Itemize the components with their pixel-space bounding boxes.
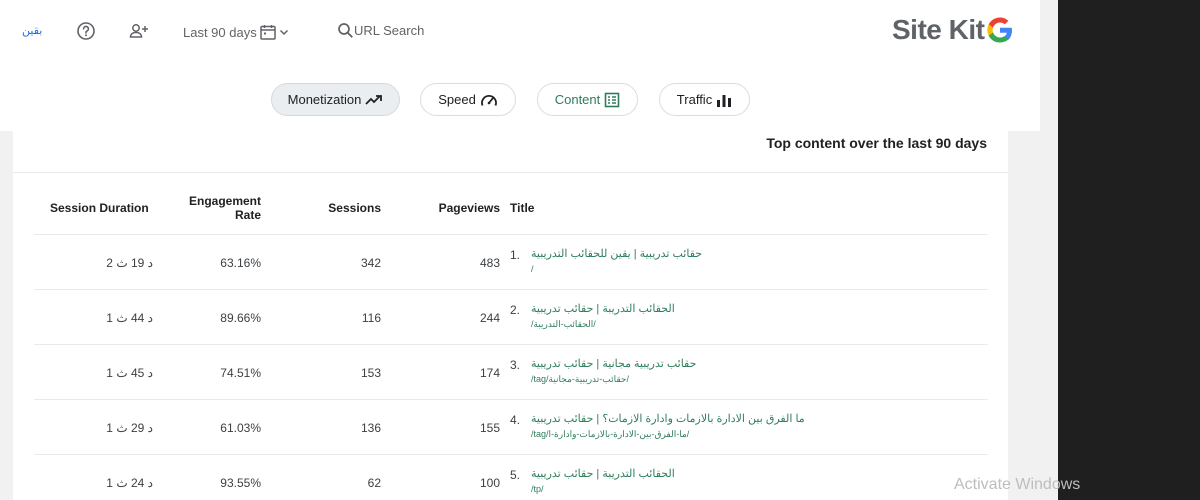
row-rank: 3. bbox=[510, 358, 521, 372]
cell-sessions: 62 bbox=[367, 476, 381, 490]
row-divider bbox=[34, 234, 988, 235]
card-title: Top content over the last 90 days bbox=[766, 135, 987, 151]
row-rank: 5. bbox=[510, 468, 521, 482]
page-title-link[interactable]: حقائب تدريبية | يقين للحقائب التدريبية bbox=[531, 247, 702, 260]
page-title-link[interactable]: الحقائب التدريبة | حقائب تدريبية bbox=[531, 467, 675, 480]
row-rank: 4. bbox=[510, 413, 521, 427]
chip-label: Monetization bbox=[287, 92, 362, 107]
cell-session-duration: 1 د 45 ث bbox=[106, 366, 153, 380]
col-header-engagement-rate: Engagement Rate bbox=[188, 194, 261, 222]
col-header-title: Title bbox=[510, 201, 535, 215]
page-title-link[interactable]: حقائب تدريبية مجانية | حقائب تدريبية bbox=[531, 357, 696, 370]
col-header-session-duration: Session Duration bbox=[50, 201, 149, 215]
cell-session-duration: 1 د 44 ث bbox=[106, 311, 153, 325]
cell-sessions: 153 bbox=[360, 366, 381, 380]
chip-speed[interactable]: Speed bbox=[420, 83, 516, 116]
col-header-pageviews: Pageviews bbox=[438, 201, 500, 215]
row-rank: 1. bbox=[510, 248, 521, 262]
chip-monetization[interactable]: Monetization bbox=[271, 83, 400, 116]
language-link[interactable]: بقين bbox=[22, 24, 42, 37]
header: بقين Last 90 days URL Search Site Kit Mo… bbox=[0, 0, 1040, 131]
url-search[interactable]: URL Search bbox=[337, 22, 424, 39]
cell-engagement-rate: 61.03% bbox=[220, 421, 261, 435]
chip-label: Content bbox=[554, 92, 601, 107]
bar-chart-icon bbox=[717, 94, 732, 107]
row-divider bbox=[34, 454, 988, 455]
cell-pageviews: 100 bbox=[479, 476, 500, 490]
activate-windows-watermark: Activate Windows bbox=[954, 476, 1081, 493]
cell-engagement-rate: 63.16% bbox=[220, 256, 261, 270]
page-title-link[interactable]: ما الفرق بين الادارة بالازمات وادارة الا… bbox=[531, 412, 805, 425]
row-rank: 2. bbox=[510, 303, 521, 317]
google-g-icon bbox=[987, 17, 1013, 43]
chip-traffic[interactable]: Traffic bbox=[659, 83, 750, 116]
add-user-icon[interactable] bbox=[128, 20, 150, 42]
date-range-selector[interactable]: Last 90 days bbox=[183, 22, 289, 42]
card-divider bbox=[13, 172, 1008, 173]
gap-strip bbox=[1040, 0, 1058, 500]
cell-pageviews: 244 bbox=[479, 311, 500, 325]
page-url: /tag/ما-الفرق-بين-الادارة-بالازمات-وادار… bbox=[531, 429, 690, 439]
cell-session-duration: 1 د 29 ث bbox=[106, 421, 153, 435]
row-divider bbox=[34, 289, 988, 290]
logo-text: Site Kit bbox=[892, 14, 985, 45]
trending-up-icon bbox=[365, 94, 383, 105]
calendar-icon bbox=[259, 25, 276, 40]
chip-bar: Monetization Speed Content Traffic bbox=[0, 83, 1040, 116]
help-icon[interactable] bbox=[75, 20, 97, 42]
site-kit-logo: Site Kit bbox=[892, 14, 1015, 46]
cell-sessions: 136 bbox=[360, 421, 381, 435]
page-url: /الحقائب-التدريبة/ bbox=[531, 319, 596, 329]
cell-session-duration: 2 د 19 ث bbox=[106, 256, 153, 270]
list-doc-icon bbox=[604, 92, 620, 107]
page-url: / bbox=[531, 264, 534, 274]
cell-session-duration: 1 د 24 ث bbox=[106, 476, 153, 490]
page-title-link[interactable]: الحقائب التدريبة | حقائب تدريبية bbox=[531, 302, 675, 315]
page-url: /tag/حقائب-تدريبية-مجانية/ bbox=[531, 374, 629, 384]
date-range-label: Last 90 days bbox=[183, 24, 257, 40]
cell-pageviews: 483 bbox=[479, 256, 500, 270]
cell-engagement-rate: 74.51% bbox=[220, 366, 261, 380]
dark-side-panel bbox=[1058, 0, 1200, 500]
top-content-card: Top content over the last 90 days Sessio… bbox=[13, 131, 1008, 500]
chip-label: Speed bbox=[438, 92, 476, 107]
cell-sessions: 342 bbox=[360, 256, 381, 270]
chip-label: Traffic bbox=[676, 92, 713, 107]
chip-content[interactable]: Content bbox=[537, 83, 638, 116]
cell-sessions: 116 bbox=[361, 311, 381, 325]
chevron-down-icon bbox=[279, 29, 288, 36]
cell-pageviews: 155 bbox=[479, 421, 500, 435]
cell-pageviews: 174 bbox=[479, 366, 500, 380]
search-icon bbox=[338, 23, 353, 38]
speedometer-icon bbox=[480, 94, 497, 106]
row-divider bbox=[34, 344, 988, 345]
cell-engagement-rate: 93.55% bbox=[220, 476, 261, 490]
url-search-label: URL Search bbox=[354, 23, 425, 38]
cell-engagement-rate: 89.66% bbox=[220, 311, 261, 325]
col-header-sessions: Sessions bbox=[328, 201, 381, 215]
row-divider bbox=[34, 399, 988, 400]
page-url: /tp/ bbox=[531, 484, 544, 494]
